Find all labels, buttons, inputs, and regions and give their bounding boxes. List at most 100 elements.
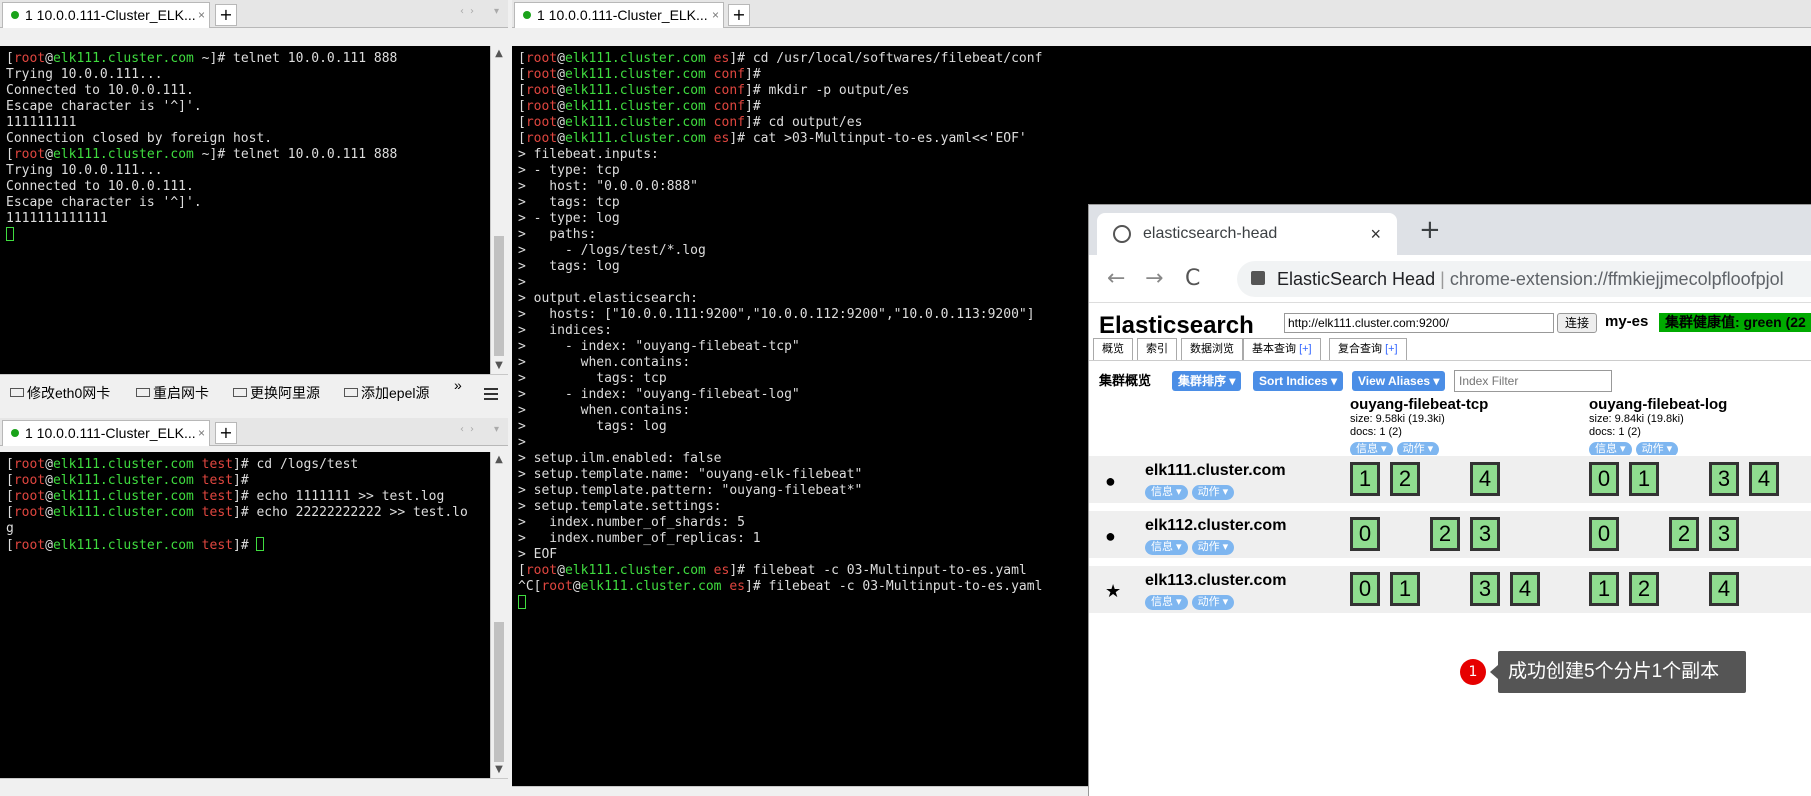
terminal-line: 111111111 [6,115,484,131]
shard-box[interactable]: 3 [1709,462,1739,496]
menu-icon[interactable] [484,385,498,403]
terminal-text: root [525,115,558,130]
scroll-down-icon[interactable]: ▼ [491,762,507,778]
terminal-text: [ [518,67,526,82]
back-icon[interactable]: ← [1107,266,1125,291]
command-button[interactable]: 更换阿里源 [233,383,320,403]
tab-browser[interactable]: 数据浏览 [1181,338,1243,360]
chevron-down-icon[interactable]: ▾ [494,6,505,17]
scrollbar[interactable]: ▲ ▼ [490,452,507,778]
terminal-text: Trying 10.0.0.111... [6,163,163,178]
shard-box[interactable]: 2 [1390,462,1420,496]
terminal-text: @ [557,115,565,130]
shard-box[interactable]: 0 [1350,517,1380,551]
info-button[interactable]: 信息 ▾ [1145,540,1188,555]
close-icon[interactable]: × [198,3,205,27]
shard-box[interactable]: 4 [1510,572,1540,606]
view-aliases-button[interactable]: View Aliases ▾ [1352,371,1446,391]
action-button[interactable]: 动作 ▾ [1191,595,1235,610]
chevron-down-icon[interactable]: ▾ [494,424,505,435]
terminal-text: [ [6,473,14,488]
index-header: ouyang-filebeat-tcp size: 9.58ki (19.3ki… [1350,396,1488,457]
terminal-text: > - index: "ouyang-filebeat-log" [518,387,800,402]
terminal-text: ]# [233,473,249,488]
shard-box[interactable]: 2 [1669,517,1699,551]
add-tab-button[interactable]: + [728,4,750,26]
session-tab[interactable]: 1 10.0.0.111-Cluster_ELK... × [2,2,210,28]
shard-box[interactable]: 1 [1350,462,1380,496]
terminal-text: Connected to 10.0.0.111. [6,83,194,98]
shard-box[interactable]: 4 [1470,462,1500,496]
shard-box[interactable]: 3 [1709,517,1739,551]
terminal-text: [ [6,51,14,66]
add-tab-button[interactable]: + [215,422,237,444]
sort-indices-button[interactable]: Sort Indices ▾ [1253,371,1344,391]
new-tab-button[interactable]: + [1419,215,1441,245]
scroll-up-icon[interactable]: ▲ [491,46,507,62]
forward-icon[interactable]: → [1145,266,1163,291]
terminal-text: [ [6,489,14,504]
terminal-text: ]# filebeat -c 03-Multinput-to-es.yaml [729,563,1027,578]
terminal-output[interactable]: [root@elk111.cluster.com ~]# telnet 10.0… [0,46,490,374]
session-tab[interactable]: 1 10.0.0.111-Cluster_ELK... × [2,420,210,446]
cluster-sort-button[interactable]: 集群排序 ▾ [1172,371,1242,391]
shard-box[interactable]: 1 [1589,572,1619,606]
scroll-down-icon[interactable]: ▼ [491,358,507,374]
scroll-up-icon[interactable]: ▲ [491,452,507,468]
info-button[interactable]: 信息 ▾ [1145,595,1188,610]
address-bar[interactable]: ElasticSearch Head | chrome-extension://… [1237,261,1811,297]
close-icon[interactable]: × [198,421,205,445]
shard-box[interactable]: 3 [1470,517,1500,551]
action-button[interactable]: 动作 ▾ [1191,540,1235,555]
shard-box[interactable]: 1 [1390,572,1420,606]
browser-tab[interactable]: elasticsearch-head × [1097,213,1397,255]
shard-box[interactable]: 4 [1709,572,1739,606]
connect-button[interactable]: 连接 [1557,313,1597,333]
cursor [256,537,265,551]
tab-plus: [+] [1299,343,1312,355]
shard-box[interactable]: 2 [1629,572,1659,606]
shard-box[interactable]: 0 [1589,517,1619,551]
tab-basic-query[interactable]: 基本查询 [+] [1243,338,1321,360]
close-icon[interactable]: × [1370,213,1381,255]
tab-scroll-arrows-icon[interactable]: ‹› [460,6,480,17]
index-filter-input[interactable] [1454,370,1612,392]
scroll-thumb[interactable] [494,236,504,356]
command-button[interactable]: 添加epel源 [344,383,429,403]
node-name: elk112.cluster.com [1145,517,1287,534]
shard-box[interactable]: 3 [1470,572,1500,606]
terminal-text: > tags: log [518,259,620,274]
command-button[interactable]: 修改eth0网卡 [10,383,110,403]
terminal-output[interactable]: [root@elk111.cluster.com test]# cd /logs… [0,452,490,778]
scroll-thumb[interactable] [494,622,504,762]
action-button[interactable]: 动作 ▾ [1191,485,1235,500]
session-tab[interactable]: 1 10.0.0.111-Cluster_ELK... × [514,2,724,28]
command-button[interactable]: 重启网卡 [136,383,209,403]
shard-box[interactable]: 0 [1350,572,1380,606]
annotation-callout: 成功创建5个分片1个副本 [1490,651,1746,693]
shard-box[interactable]: 0 [1589,462,1619,496]
cursor [6,227,14,241]
terminal-text: test [193,473,233,488]
more-commands-icon[interactable]: » [454,377,462,393]
connect-url-input[interactable] [1284,313,1554,333]
tab-indices[interactable]: 索引 [1137,338,1177,360]
terminal-text: elk111.cluster.com [564,83,706,98]
tab-overview[interactable]: 概览 [1093,338,1133,360]
status-dot-icon [11,11,19,19]
info-button[interactable]: 信息 ▾ [1145,485,1188,500]
shard-box[interactable]: 1 [1629,462,1659,496]
terminal-line: [root@elk111.cluster.com test]# cd /logs… [6,457,484,473]
add-tab-button[interactable]: + [215,4,237,26]
reload-icon[interactable]: C [1185,266,1200,291]
terminal-text: > EOF [518,547,558,562]
close-icon[interactable]: × [712,3,719,27]
tab-compound-query[interactable]: 复合查询 [+] [1329,338,1407,360]
scrollbar[interactable]: ▲ ▼ [490,46,507,374]
terminal-text: elk111.cluster.com [564,131,706,146]
shard-box[interactable]: 2 [1430,517,1460,551]
shard-box[interactable]: 4 [1749,462,1779,496]
master-star-icon: ★ [1105,581,1122,601]
tab-scroll-arrows-icon[interactable]: ‹› [460,424,480,435]
index-size: size: 9.84ki (19.8ki) [1589,413,1684,425]
